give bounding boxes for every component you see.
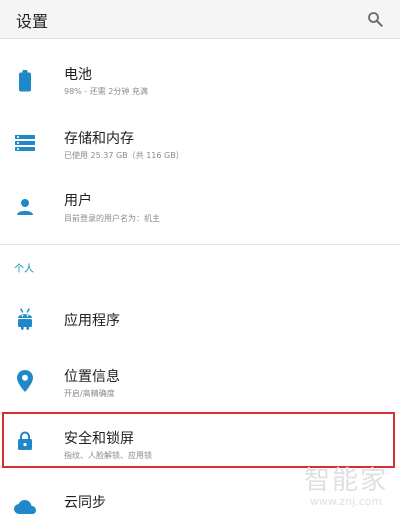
settings-item-title: 存储和内存 <box>64 131 134 147</box>
settings-item-cloud-sync[interactable]: 云同步 <box>0 488 400 520</box>
settings-item-title: 电池 <box>64 67 92 83</box>
search-button[interactable] <box>362 6 388 32</box>
settings-item-title: 应用程序 <box>64 313 120 329</box>
section-header-personal: 个人 <box>14 264 34 275</box>
settings-item-title: 云同步 <box>64 495 106 511</box>
settings-item-title: 位置信息 <box>64 369 120 385</box>
search-icon <box>368 12 383 27</box>
settings-item-location[interactable]: 位置信息 开启/高精确度 <box>0 360 400 406</box>
cloud-icon <box>14 496 36 518</box>
android-icon <box>14 308 36 330</box>
settings-item-subtitle: 指纹、人脸解锁、应用锁 <box>64 451 152 460</box>
user-icon <box>14 196 36 218</box>
settings-item-subtitle: 已使用 25.37 GB（共 116 GB） <box>64 151 184 160</box>
settings-item-security[interactable]: 安全和锁屏 指纹、人脸解锁、应用锁 <box>0 414 400 466</box>
storage-icon <box>14 132 36 154</box>
settings-item-subtitle: 98% - 还需 2分钟 充满 <box>64 87 148 96</box>
settings-item-subtitle: 目前登录的用户名为：机主 <box>64 214 160 223</box>
page-title: 设置 <box>16 12 49 31</box>
location-icon <box>14 370 36 392</box>
settings-item-subtitle: 开启/高精确度 <box>64 389 115 398</box>
settings-item-storage[interactable]: 存储和内存 已使用 25.37 GB（共 116 GB） <box>0 120 400 170</box>
app-bar: 设置 <box>0 0 400 39</box>
settings-item-apps[interactable]: 应用程序 <box>0 298 400 342</box>
settings-item-user[interactable]: 用户 目前登录的用户名为：机主 <box>0 182 400 232</box>
battery-icon <box>14 70 36 92</box>
settings-item-battery[interactable]: 电池 98% - 还需 2分钟 充满 <box>0 58 400 108</box>
section-divider <box>0 244 400 245</box>
lock-icon <box>14 430 36 452</box>
settings-item-title: 安全和锁屏 <box>64 431 134 447</box>
settings-item-title: 用户 <box>64 193 92 209</box>
